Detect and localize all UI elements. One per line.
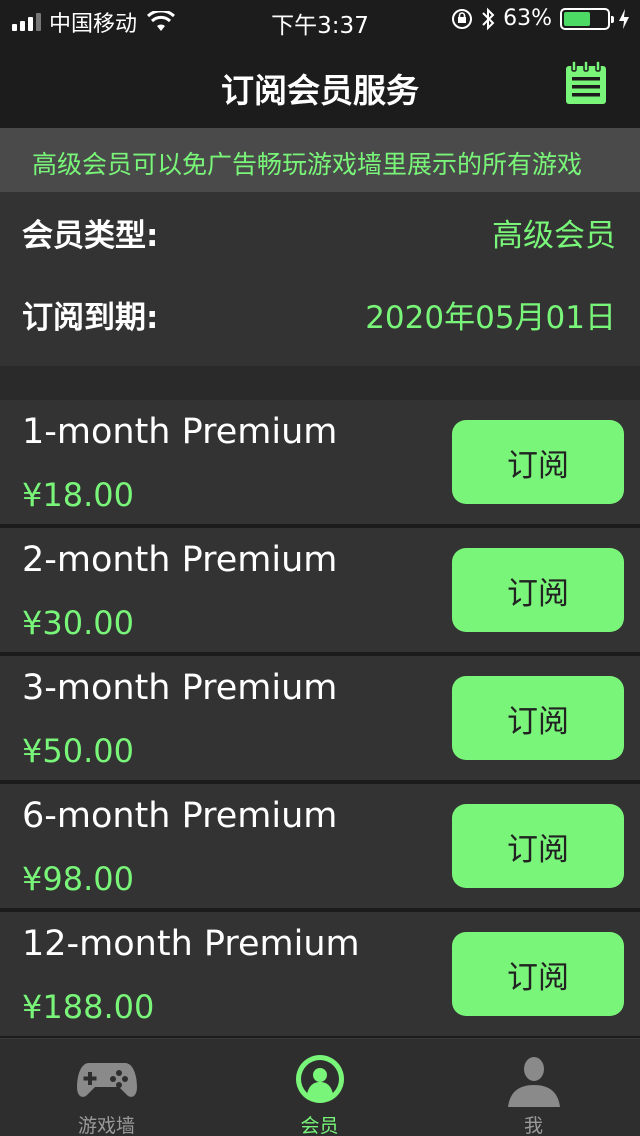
- section-divider: [0, 366, 640, 400]
- expiry-value: 2020年05月01日: [365, 300, 616, 336]
- plan-name: 2-month Premium: [22, 540, 338, 580]
- battery-fill: [564, 11, 591, 26]
- profile-icon: [507, 1057, 560, 1107]
- member-type-label: 会员类型:: [22, 218, 159, 254]
- plan-price: ¥98.00: [22, 860, 134, 898]
- subscribe-button[interactable]: 订阅: [452, 420, 624, 504]
- plan-row-12-month: 12-month Premium ¥188.00 订阅: [0, 912, 640, 1036]
- page-title: 订阅会员服务: [221, 71, 419, 110]
- tab-me[interactable]: 我: [427, 1039, 640, 1136]
- tab-label: 我: [523, 1115, 543, 1136]
- marquee-text: 高级会员可以免广告畅玩游戏墙里展示的所有游戏: [32, 150, 583, 179]
- plan-name: 1-month Premium: [22, 412, 338, 452]
- plan-name: 6-month Premium: [22, 796, 338, 836]
- member-icon: [295, 1055, 344, 1103]
- subscribe-button[interactable]: 订阅: [452, 548, 624, 632]
- tab-label: 游戏墙: [77, 1115, 135, 1136]
- battery-icon: [560, 7, 614, 30]
- subscribe-button[interactable]: 订阅: [452, 676, 624, 760]
- tab-bar: 游戏墙 会员 我: [0, 1038, 640, 1136]
- subscribe-button[interactable]: 订阅: [452, 932, 624, 1016]
- member-type-value: 高级会员: [492, 218, 616, 254]
- plan-name: 12-month Premium: [22, 924, 360, 964]
- plan-row-6-month: 6-month Premium ¥98.00 订阅: [0, 784, 640, 908]
- plan-price: ¥18.00: [22, 476, 134, 514]
- gamepad-icon: [76, 1063, 137, 1097]
- status-bar: 中国移动 下午3:37 63%: [0, 0, 640, 40]
- subscribe-button[interactable]: 订阅: [452, 804, 624, 888]
- bluetooth-icon: [482, 7, 495, 30]
- plan-row-1-month: 1-month Premium ¥18.00 订阅: [0, 400, 640, 524]
- plan-row-3-month: 3-month Premium ¥50.00 订阅: [0, 656, 640, 780]
- plan-price: ¥50.00: [22, 732, 134, 770]
- member-info-panel: 会员类型: 高级会员 订阅到期: 2020年05月01日: [0, 192, 640, 366]
- status-right: 63%: [451, 6, 630, 31]
- nav-bar: 订阅会员服务: [0, 40, 640, 128]
- charging-icon: [619, 8, 629, 29]
- plan-row-2-month: 2-month Premium ¥30.00 订阅: [0, 528, 640, 652]
- member-type-row: 会员类型: 高级会员: [0, 192, 640, 262]
- plan-price: ¥188.00: [22, 988, 155, 1026]
- subscription-page: 中国移动 下午3:37 63% 订阅会员服务 高级会员可以免广告畅玩游戏墙里展示…: [0, 0, 640, 1136]
- expiry-row: 订阅到期: 2020年05月01日: [0, 274, 640, 344]
- battery-percent: 63%: [503, 6, 552, 31]
- tab-game-wall[interactable]: 游戏墙: [0, 1039, 213, 1136]
- notes-icon[interactable]: [564, 60, 608, 106]
- plan-name: 3-month Premium: [22, 668, 338, 708]
- orientation-lock-icon: [452, 8, 473, 29]
- expiry-label: 订阅到期:: [22, 300, 159, 336]
- tab-label: 会员: [300, 1115, 339, 1136]
- marquee-banner: 高级会员可以免广告畅玩游戏墙里展示的所有游戏: [0, 128, 640, 192]
- plan-price: ¥30.00: [22, 604, 134, 642]
- tab-member[interactable]: 会员: [213, 1039, 426, 1136]
